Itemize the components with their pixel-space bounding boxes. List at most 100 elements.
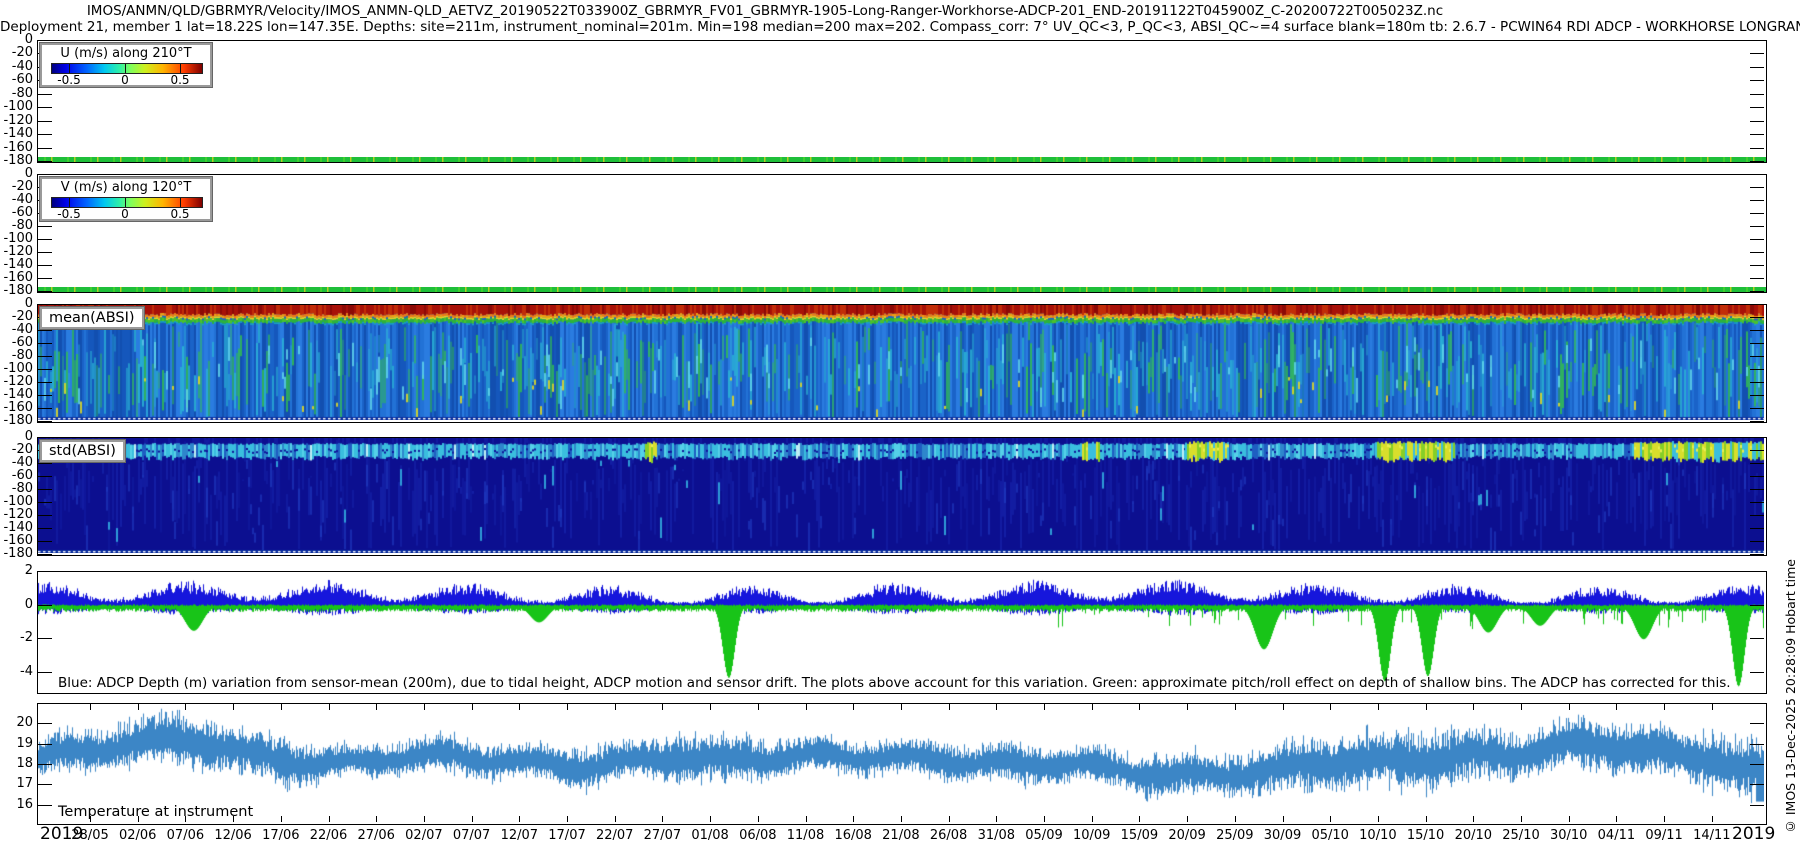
x-tick-label: 15/09 [1121, 828, 1158, 843]
y-tick [1750, 278, 1764, 279]
panel-mean-absi: mean(ABSI) [37, 304, 1767, 423]
x-tick-label: 20/09 [1168, 828, 1205, 843]
x-tick [996, 704, 997, 710]
y-tick-label: -4 [0, 665, 33, 679]
x-tick [1330, 816, 1331, 822]
x-tick [1616, 816, 1617, 822]
x-tick-label: 31/08 [978, 828, 1015, 843]
y-tick [1750, 805, 1764, 806]
y-tick-label: 20 [0, 716, 33, 730]
y-tick [38, 174, 52, 175]
y-tick [1750, 291, 1764, 292]
temperature-label: Temperature at instrument [58, 804, 253, 820]
x-tick [472, 816, 473, 822]
x-tick [1092, 704, 1093, 710]
colorbar-tick-label: 0 [121, 73, 129, 87]
x-tick [1235, 816, 1236, 822]
y-tick [38, 343, 52, 344]
x-tick-label: 09/11 [1645, 828, 1682, 843]
y-tick-label: -2 [0, 631, 33, 645]
y-tick [1750, 489, 1764, 490]
x-tick [1473, 704, 1474, 710]
y-tick [1750, 463, 1764, 464]
x-tick [329, 816, 330, 822]
colorbar-tick-label: -0.5 [57, 207, 80, 221]
x-tick [662, 816, 663, 822]
colorbar-tick [180, 198, 181, 207]
y-tick [38, 94, 52, 95]
y-tick [1750, 744, 1764, 745]
x-tick [1235, 704, 1236, 710]
x-tick [1473, 816, 1474, 822]
x-tick-label: 02/06 [119, 828, 156, 843]
x-tick [329, 704, 330, 710]
v-legend-title: V (m/s) along 120°T [42, 180, 210, 195]
colorbar-tick-label: 0.5 [170, 207, 189, 221]
y-tick [38, 502, 52, 503]
x-tick-label: 20/10 [1455, 828, 1492, 843]
colorbar-tick-label: 0.5 [170, 73, 189, 87]
y-tick [38, 226, 52, 227]
v-bottom-bin-strip [38, 287, 1766, 292]
y-tick [1750, 356, 1764, 357]
y-tick [1750, 343, 1764, 344]
y-tick [38, 40, 52, 41]
y-tick [38, 369, 52, 370]
y-tick [38, 148, 52, 149]
y-tick-label: 0 [0, 598, 33, 612]
x-tick [806, 704, 807, 710]
x-tick [90, 704, 91, 710]
mean-absi-heatmap [38, 305, 1764, 420]
y-tick [1750, 226, 1764, 227]
x-tick-label: 30/09 [1264, 828, 1301, 843]
y-tick [1750, 528, 1764, 529]
y-tick [38, 395, 52, 396]
y-tick [1750, 40, 1764, 41]
y-tick [1750, 239, 1764, 240]
y-tick [1750, 187, 1764, 188]
y-tick [1750, 571, 1764, 572]
x-axis-date-labels: 28/0502/0607/0612/0617/0622/0627/0602/07… [37, 828, 1765, 846]
y-tick [1750, 408, 1764, 409]
y-tick [1750, 252, 1764, 253]
x-tick [1712, 704, 1713, 710]
depth-variation-caption: Blue: ADCP Depth (m) variation from sens… [58, 675, 1731, 691]
y-tick [38, 107, 52, 108]
colorbar-tick [125, 64, 126, 73]
x-tick [806, 816, 807, 822]
y-tick [1750, 638, 1764, 639]
depth-variation-plot [38, 572, 1764, 691]
y-tick [1750, 437, 1764, 438]
y-tick [1750, 605, 1764, 606]
x-tick-label: 02/07 [405, 828, 442, 843]
panel-depth-variation: Blue: ADCP Depth (m) variation from sens… [37, 571, 1767, 694]
x-tick [615, 816, 616, 822]
y-tick [1750, 554, 1764, 555]
x-tick-label: 01/08 [691, 828, 728, 843]
x-tick [1569, 816, 1570, 822]
colorbar-tick [180, 64, 181, 73]
x-tick [1139, 704, 1140, 710]
x-tick [1426, 816, 1427, 822]
x-tick [615, 704, 616, 710]
y-tick [38, 638, 52, 639]
x-tick-label: 27/06 [357, 828, 394, 843]
y-tick [38, 554, 52, 555]
x-tick [853, 816, 854, 822]
y-tick-label: -180 [0, 414, 33, 428]
x-tick [424, 816, 425, 822]
y-tick [1750, 369, 1764, 370]
x-tick-label: 06/08 [739, 828, 776, 843]
x-tick [949, 816, 950, 822]
x-tick [567, 704, 568, 710]
panel-std-absi: std(ABSI) [37, 437, 1767, 556]
x-tick-label: 17/07 [548, 828, 585, 843]
x-tick [1330, 704, 1331, 710]
x-tick [1283, 704, 1284, 710]
y-tick [38, 784, 52, 785]
x-tick [138, 704, 139, 710]
x-tick [376, 704, 377, 710]
x-tick-label: 25/09 [1216, 828, 1253, 843]
x-tick-label: 14/11 [1693, 828, 1730, 843]
x-tick [710, 704, 711, 710]
